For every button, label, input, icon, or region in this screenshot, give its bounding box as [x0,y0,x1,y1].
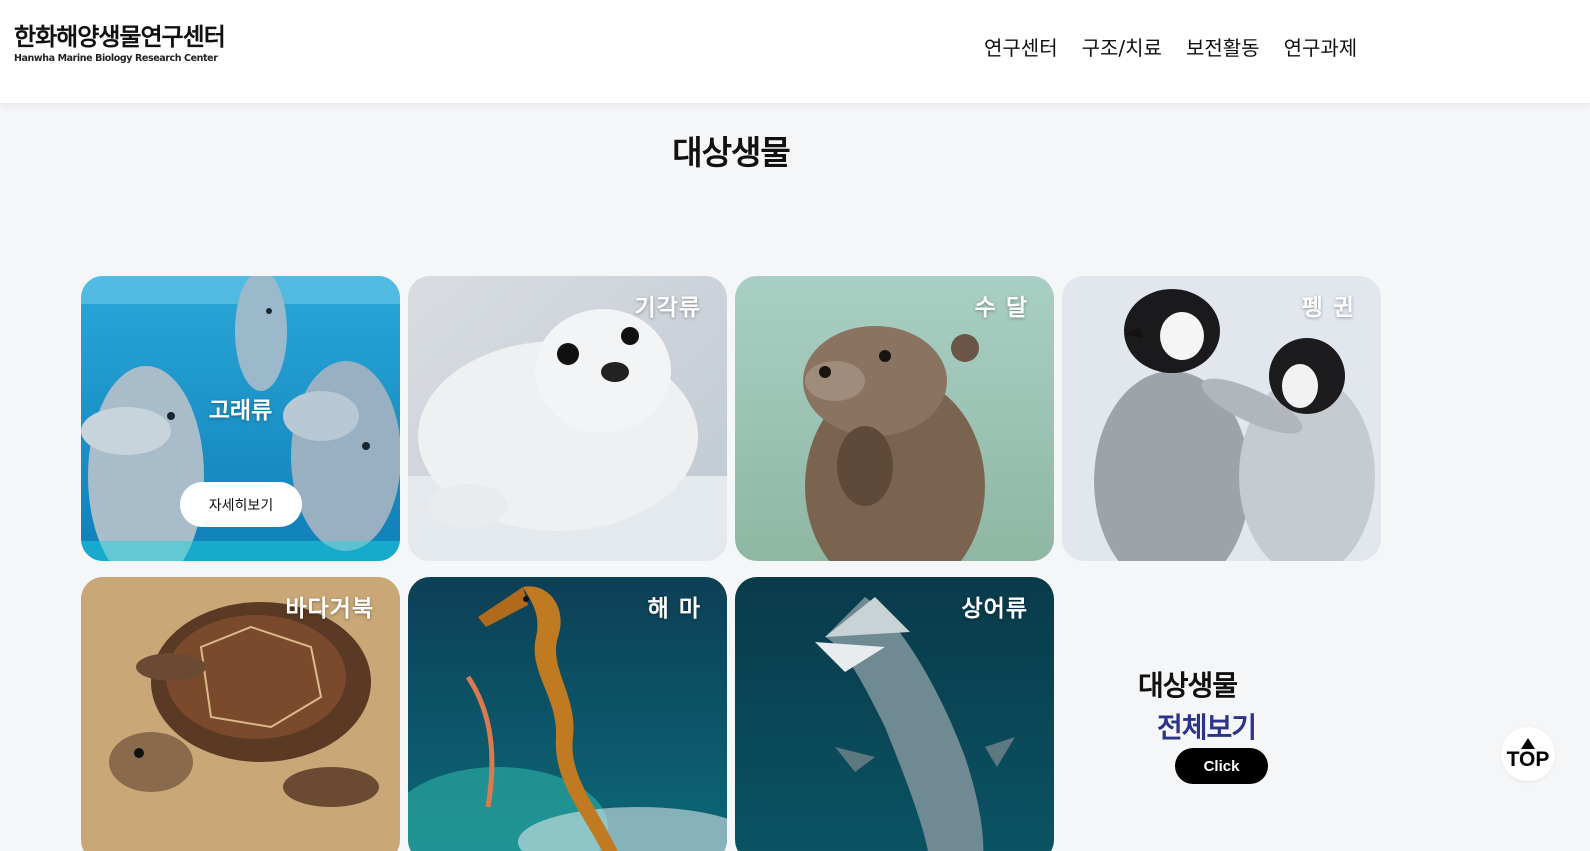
card-label-shark: 상어류 [961,596,1028,622]
top-label: TOP [1506,747,1550,771]
logo-english-text: Hanwha Marine Biology Research Center [14,53,218,64]
card-otter[interactable]: 수 달 [735,276,1054,561]
site-header: 한화해양생물연구센터 Hanwha Marine Biology Researc… [0,0,1590,103]
view-all-subtitle[interactable]: 전체보기 [1157,706,1257,746]
view-all-click-button[interactable]: Click [1175,748,1268,784]
card-penguin[interactable]: 펭 귄 [1062,276,1381,561]
nav-item-conservation[interactable]: 보전활동 [1186,34,1260,62]
scroll-to-top-button[interactable]: TOP [1501,727,1555,781]
card-label-seahorse: 해 마 [647,596,701,622]
card-pinnipeds[interactable]: 기각류 [408,276,727,561]
card-sea-turtle[interactable]: 바다거북 [81,577,400,851]
card-label-sea-turtle: 바다거북 [285,596,374,622]
card-shark[interactable]: 상어류 [735,577,1054,851]
arrow-up-icon [1521,737,1535,749]
nav-item-research-projects[interactable]: 연구과제 [1284,34,1358,62]
section-title: 대상생물 [672,133,790,172]
nav-item-research-center[interactable]: 연구센터 [984,34,1058,62]
nav-item-rescue-treatment[interactable]: 구조/치료 [1082,34,1162,62]
card-label-otter: 수 달 [974,295,1028,321]
details-button[interactable]: 자세히보기 [180,482,302,527]
main-nav: 연구센터 구조/치료 보전활동 연구과제 [984,34,1357,62]
card-label-cetaceans: 고래류 [208,398,273,424]
card-label-pinnipeds: 기각류 [634,295,701,321]
site-logo[interactable]: 한화해양생물연구센터 Hanwha Marine Biology Researc… [14,22,226,64]
card-cetaceans[interactable]: 고래류 자세히보기 [81,276,400,561]
view-all-title: 대상생물 [1138,669,1238,702]
logo-korean-text: 한화해양생물연구센터 [14,23,226,51]
card-seahorse[interactable]: 해 마 [408,577,727,851]
card-label-penguin: 펭 귄 [1301,295,1355,321]
